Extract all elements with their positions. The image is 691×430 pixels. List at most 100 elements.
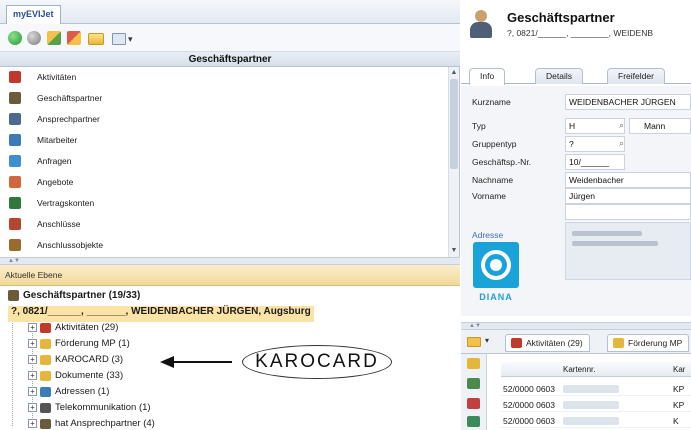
karocard-annotation: KAROCARD — [160, 345, 400, 379]
cell-kar: KP — [673, 384, 685, 394]
export-icon[interactable] — [467, 378, 480, 389]
nav-item-ansprechpartner[interactable]: Ansprechpartner — [0, 109, 446, 130]
masked-text — [563, 417, 619, 425]
delete-icon[interactable] — [467, 398, 480, 409]
expand-icon[interactable]: + — [28, 323, 37, 332]
tab-aktivitaeten[interactable]: Aktivitäten (29) — [505, 334, 590, 352]
search-help-icon[interactable]: ⌕ — [619, 120, 629, 131]
expand-icon[interactable]: + — [28, 339, 37, 348]
tree-node-label: Adressen (1) — [55, 386, 110, 397]
app-tab[interactable]: myEVIJet — [6, 5, 61, 24]
tab-freifelder[interactable]: Freifelder — [607, 68, 665, 84]
scroll-down-icon[interactable]: ▼ — [450, 247, 458, 255]
expand-icon[interactable]: + — [28, 355, 37, 364]
tree-node-aktivitaeten[interactable]: + Aktivitäten (29) — [28, 322, 118, 338]
tree-node-label: Aktivitäten (29) — [55, 322, 119, 333]
table-row[interactable]: 52/0000 0603 K — [501, 414, 691, 428]
tab-details[interactable]: Details — [535, 68, 583, 84]
nav-scrollbar[interactable]: ▲ ▼ — [448, 67, 459, 257]
tree-node-telekommunikation[interactable]: + Telekommunikation (1) — [28, 402, 151, 418]
table-row[interactable]: 52/0000 0603 KP — [501, 382, 691, 396]
tree-selected-node[interactable]: ?, 0821/______, _______, WEIDENBACHER JÜ… — [8, 306, 314, 322]
refresh-icon[interactable] — [47, 31, 61, 45]
gray-stop-icon[interactable] — [27, 31, 41, 45]
gruppentyp-input[interactable]: ? — [565, 136, 625, 152]
nav-item-geschaeftspartner[interactable]: Geschäftspartner — [0, 88, 446, 109]
expand-icon[interactable]: + — [28, 371, 37, 380]
search-help-icon[interactable]: ⌕ — [619, 138, 629, 149]
tree-node-karocard[interactable]: + KAROCARD (3) — [28, 354, 123, 370]
scroll-up-icon[interactable]: ▲ — [450, 69, 458, 77]
offer-icon — [9, 176, 21, 188]
nav-item-aktivitaeten[interactable]: Aktivitäten — [0, 67, 446, 88]
nav-item-label: Anschlussobjekte — [37, 240, 104, 250]
nav-panel-title: Geschäftspartner — [0, 52, 460, 67]
typ-input[interactable]: H — [565, 118, 625, 134]
nav-item-label: Aktivitäten — [37, 72, 77, 82]
view-menu-icon[interactable] — [112, 33, 126, 45]
chevron-down-icon[interactable]: ▾ — [128, 34, 133, 45]
nav-item-anschluesse[interactable]: Anschlüsse — [0, 214, 446, 235]
tree-root[interactable]: Geschäftspartner (19/33) — [8, 290, 140, 306]
tab-info[interactable]: Info — [469, 68, 506, 85]
tree-node-ansprechpartner[interactable]: + hat Ansprechpartner (4) — [28, 418, 155, 430]
chevron-down-icon[interactable]: ▾ — [485, 336, 489, 345]
column-header-kar[interactable]: Kar — [673, 365, 685, 374]
table-row[interactable]: 52/0000 0603 KP — [501, 398, 691, 412]
nav-item-label: Vertragskonten — [37, 198, 95, 208]
nav-item-label: Ansprechpartner — [37, 114, 100, 124]
tab-foerderung-mp[interactable]: Förderung MP — [607, 334, 690, 352]
folder-icon — [40, 370, 51, 381]
green-forward-icon[interactable] — [8, 31, 22, 45]
diana-logo-dot — [490, 259, 502, 271]
detail-subtitle: ?, 0821/______, ________, WEIDENB — [507, 28, 654, 38]
diana-logo-text: DIANA — [479, 292, 513, 302]
karocard-grid: Kartennr. Kar 52/0000 0603 KP 52/0000 06… — [501, 362, 691, 430]
level-bar: Aktuelle Ebene — [0, 265, 460, 286]
avatar-head — [475, 10, 487, 22]
folder-icon[interactable] — [467, 358, 480, 369]
tree-line — [12, 316, 13, 426]
nav-item-angebote[interactable]: Angebote — [0, 172, 446, 193]
gpnr-input[interactable]: 10/______ — [565, 154, 625, 170]
adresse-label[interactable]: Adresse — [472, 230, 503, 240]
business-partner-avatar-icon — [469, 10, 493, 38]
avatar-body — [470, 22, 492, 38]
excel-icon[interactable] — [467, 416, 480, 427]
kurzname-input[interactable]: WEIDENBACHER JÜRGEN — [565, 94, 691, 110]
arrow-shaft — [172, 361, 232, 363]
vorname-input[interactable]: Jürgen — [565, 188, 691, 204]
tree-node-adressen[interactable]: + Adressen (1) — [28, 386, 109, 402]
folder-icon[interactable] — [467, 337, 481, 347]
nachname-input[interactable]: Weidenbacher — [565, 172, 691, 188]
left-pane: myEVIJet ▾ Geschäftspartner Aktivitäten … — [0, 0, 460, 430]
tree-node-dokumente[interactable]: + Dokumente (33) — [28, 370, 123, 386]
expand-icon[interactable]: + — [28, 387, 37, 396]
activity-icon — [40, 322, 51, 333]
splitter[interactable]: ▲▼ — [0, 257, 460, 265]
favorites-icon[interactable] — [67, 31, 81, 45]
right-splitter[interactable]: ▲▼ — [461, 322, 691, 330]
connection-object-icon — [9, 239, 21, 251]
field-vorname: Vorname Jürgen — [461, 188, 691, 204]
folder-icon — [40, 338, 51, 349]
folder-icon[interactable] — [88, 33, 104, 45]
scroll-thumb[interactable] — [450, 79, 458, 169]
app-tab-strip: myEVIJet — [0, 0, 460, 24]
column-header-kartennr[interactable]: Kartennr. — [563, 365, 595, 374]
nav-item-label: Anfragen — [37, 156, 72, 166]
nav-item-anfragen[interactable]: Anfragen — [0, 151, 446, 172]
splitter-grip-icon[interactable]: ▲▼ — [8, 258, 20, 264]
expand-icon[interactable]: + — [28, 419, 37, 428]
nav-item-vertragskonten[interactable]: Vertragskonten — [0, 193, 446, 214]
tree-node-foerderung[interactable]: + Förderung MP (1) — [28, 338, 130, 354]
empty-input[interactable] — [565, 204, 691, 220]
nav-item-anschlussobjekte[interactable]: Anschlussobjekte — [0, 235, 446, 256]
cell-kartennr: 52/0000 0603 — [503, 416, 555, 426]
employee-icon — [9, 134, 21, 146]
nav-item-mitarbeiter[interactable]: Mitarbeiter — [0, 130, 446, 151]
field-gruppentyp: Gruppentyp ? ⌕ — [461, 136, 691, 152]
expand-icon[interactable]: + — [28, 403, 37, 412]
business-partner-icon — [8, 290, 19, 301]
cell-kartennr: 52/0000 0603 — [503, 384, 555, 394]
